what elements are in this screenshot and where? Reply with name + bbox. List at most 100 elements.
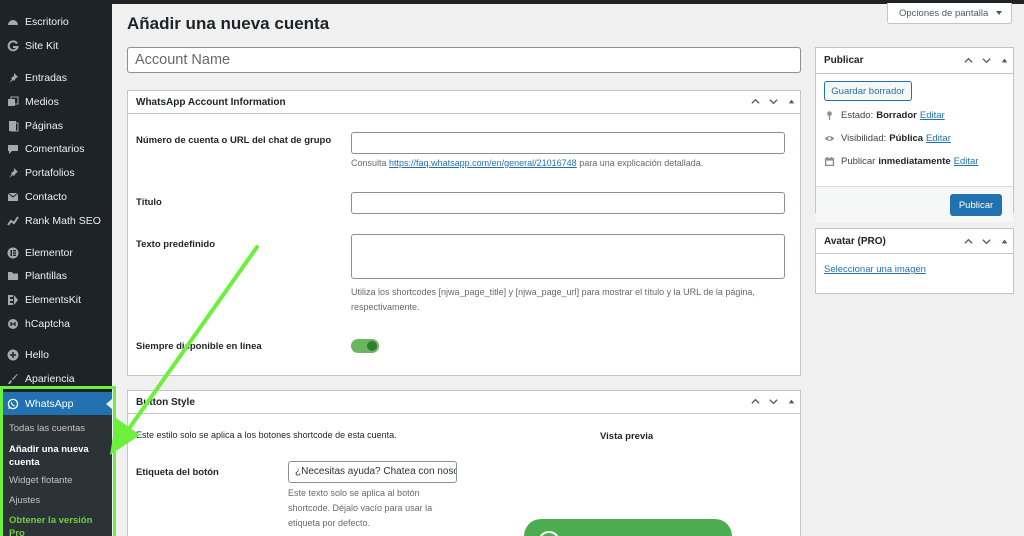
visibility-label: Visibilidad: <box>841 133 887 144</box>
sidebar-item-label: Portafolios <box>25 167 75 179</box>
faq-link[interactable]: https://faq.whatsapp.com/en/general/2101… <box>389 158 577 168</box>
comment-icon <box>7 143 19 155</box>
button-style-box: Button Style <box>127 390 801 536</box>
always-online-label: Siempre disponible en línea <box>136 341 262 352</box>
pin-icon <box>7 72 19 84</box>
sidebar-item-elementor[interactable]: Elementor <box>0 242 112 264</box>
sidebar-item-label: Entradas <box>25 72 68 84</box>
visibility-row: Visibilidad: Pública Editar <box>824 133 951 144</box>
sidebar-item-contacto[interactable]: Contacto <box>0 186 112 208</box>
avatar-header: Avatar (PRO) <box>816 229 1013 254</box>
sidebar-item-label: Escritorio <box>25 16 69 28</box>
account-number-input[interactable] <box>351 132 785 154</box>
title-input[interactable] <box>351 192 785 214</box>
toggle-panel-icon[interactable] <box>786 396 797 407</box>
sidebar-item-paginas[interactable]: Páginas <box>0 115 112 137</box>
sidebar-item-hcaptcha[interactable]: hCaptcha <box>0 313 112 335</box>
caret-down-icon <box>996 11 1003 15</box>
sidebar-item-hello[interactable]: Hello <box>0 344 112 366</box>
eye-icon <box>824 136 835 141</box>
desc-prefix: Consulta <box>351 158 387 168</box>
toggle-panel-icon[interactable] <box>999 236 1010 247</box>
desc-suffix: para una explicación detallada. <box>579 158 704 168</box>
sitekit-icon <box>7 40 19 52</box>
whatsapp-icon <box>538 531 560 536</box>
account-name-placeholder: Account Name <box>135 52 231 68</box>
publish-footer: Publicar <box>816 186 1013 222</box>
media-icon <box>7 96 19 108</box>
screen-options-button[interactable]: Opciones de pantalla <box>887 3 1012 24</box>
edit-status-link[interactable]: Editar <box>920 110 945 121</box>
save-draft-button[interactable]: Guardar borrador <box>824 81 912 101</box>
status-label: Estado: <box>841 110 874 121</box>
toggle-panel-icon[interactable] <box>786 96 797 107</box>
toggle-panel-icon[interactable] <box>999 55 1010 66</box>
status-row: Estado: Borrador Editar <box>824 110 945 121</box>
edit-schedule-link[interactable]: Editar <box>954 156 979 167</box>
elementskit-icon <box>7 294 19 306</box>
sidebar-item-site-kit[interactable]: Site Kit <box>0 35 112 57</box>
sidebar-item-comentarios[interactable]: Comentarios <box>0 138 112 160</box>
whatsapp-menu-highlight <box>0 386 116 536</box>
move-up-icon[interactable] <box>963 236 974 247</box>
status-value: Borrador <box>876 110 917 121</box>
sidebar-item-entradas[interactable]: Entradas <box>0 67 112 89</box>
button-label-description: Este texto solo se aplica al botón short… <box>288 488 433 528</box>
sidebar-item-label: Rank Math SEO <box>25 215 101 227</box>
publish-header: Publicar <box>816 48 1013 74</box>
predefined-text-description: Utiliza los shortcodes [njwa_page_title]… <box>351 287 755 312</box>
always-online-toggle[interactable] <box>351 339 379 353</box>
move-down-icon[interactable] <box>768 96 779 107</box>
toggle-knob <box>367 341 377 351</box>
sidebar-item-elementskit[interactable]: ElementsKit <box>0 289 112 311</box>
predefined-text-textarea[interactable] <box>351 234 785 279</box>
sidebar-item-rank-math[interactable]: Rank Math SEO <box>0 210 112 232</box>
sidebar-item-label: Medios <box>25 96 59 108</box>
screen-options-label: Opciones de pantalla <box>899 7 989 19</box>
account-number-label: Número de cuenta o URL del chat de grupo <box>136 135 332 146</box>
sidebar-item-label: Elementor <box>25 247 73 259</box>
move-down-icon[interactable] <box>768 396 779 407</box>
sidebar-item-label: Comentarios <box>25 143 85 155</box>
account-info-header: WhatsApp Account Information <box>128 91 800 114</box>
publish-button[interactable]: Publicar <box>950 194 1002 216</box>
predefined-text-label: Texto predefinido <box>136 239 215 250</box>
pages-icon <box>7 120 19 132</box>
sidebar-item-medios[interactable]: Medios <box>0 91 112 113</box>
whatsapp-preview-button[interactable] <box>524 519 732 536</box>
sidebar-item-label: Hello <box>25 349 49 361</box>
page-title: Añadir una nueva cuenta <box>127 14 330 33</box>
sidebar-item-label: Apariencia <box>25 373 75 385</box>
title-label: Título <box>136 197 162 208</box>
button-style-intro: Este estilo solo se aplica a los botones… <box>136 430 397 440</box>
select-image-link[interactable]: Seleccionar una imagen <box>824 264 926 275</box>
sidebar-item-plantillas[interactable]: Plantillas <box>0 265 112 287</box>
sidebar-item-label: Plantillas <box>25 270 68 282</box>
preview-label: Vista previa <box>600 431 654 442</box>
pin-icon <box>827 111 832 121</box>
move-up-icon[interactable] <box>750 396 761 407</box>
folder-icon <box>7 270 19 282</box>
move-down-icon[interactable] <box>981 55 992 66</box>
sidebar-item-portafolios[interactable]: Portafolios <box>0 162 112 184</box>
schedule-label: Publicar <box>841 156 876 167</box>
edit-visibility-link[interactable]: Editar <box>926 133 951 144</box>
plus-circle-icon <box>7 349 19 361</box>
button-style-header: Button Style <box>128 391 800 414</box>
sidebar-item-label: Site Kit <box>25 40 59 52</box>
chart-icon <box>7 215 19 227</box>
move-up-icon[interactable] <box>963 55 974 66</box>
account-name-input[interactable]: Account Name <box>127 47 801 73</box>
hcaptcha-icon <box>7 318 19 330</box>
account-number-description: Consulta https://faq.whatsapp.com/en/gen… <box>351 156 703 171</box>
schedule-row: Publicar inmediatamente Editar <box>824 156 978 167</box>
sidebar-item-escritorio[interactable]: Escritorio <box>0 11 112 33</box>
button-label-label: Etiqueta del botón <box>136 467 219 478</box>
move-up-icon[interactable] <box>750 96 761 107</box>
calendar-icon <box>824 156 835 167</box>
box-title: Publicar <box>824 55 864 66</box>
mail-icon <box>7 191 19 203</box>
dashboard-icon <box>7 16 19 28</box>
move-down-icon[interactable] <box>981 236 992 247</box>
button-label-input[interactable]: ¿Necesitas ayuda? Chatea con nosotros <box>288 461 457 483</box>
